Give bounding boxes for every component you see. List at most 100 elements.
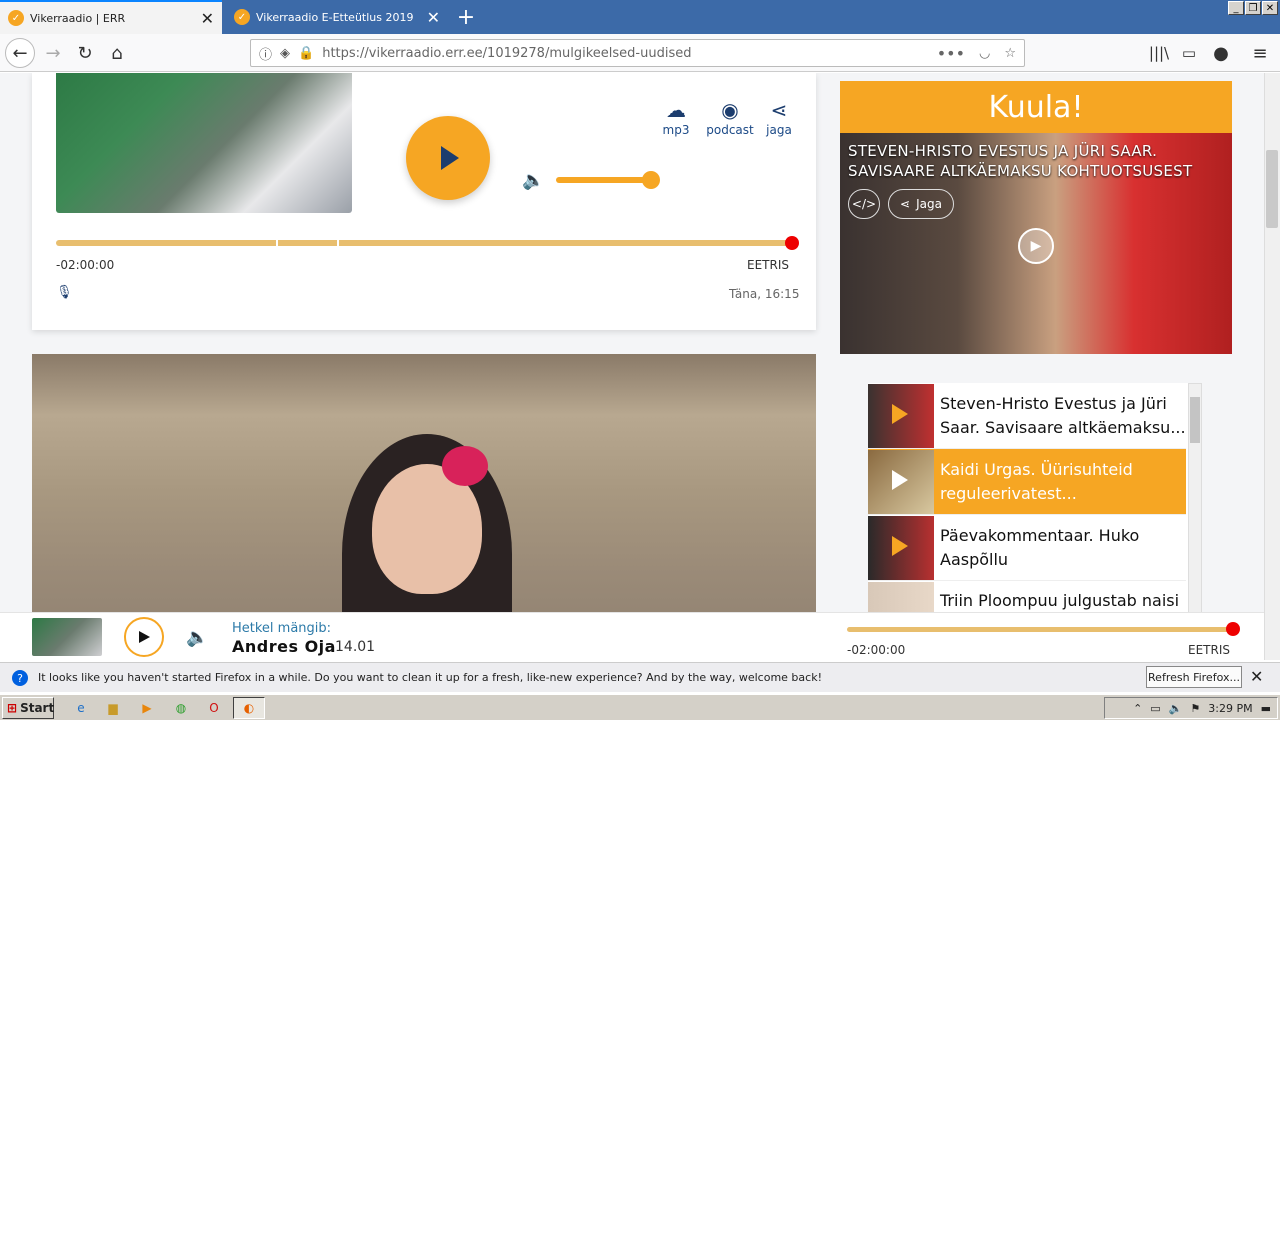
page-actions-icon[interactable]: ••• [937, 44, 965, 63]
close-notification-icon[interactable]: ✕ [1250, 667, 1263, 686]
bookmark-star-icon[interactable]: ☆ [1004, 46, 1016, 61]
share-icon: ⋖ [770, 98, 788, 122]
playback-progress[interactable] [56, 240, 792, 246]
time-remaining: -02:00:00 [56, 258, 115, 272]
ie-icon[interactable]: e [72, 699, 90, 717]
cloud-download-icon: ☁ [666, 98, 686, 122]
tray-expand-icon[interactable]: ⌃ [1133, 702, 1142, 715]
microphone-icon: 🎙 [56, 285, 73, 300]
info-icon[interactable]: ⓘ [259, 44, 272, 63]
featured-title[interactable]: Steven-Hristo Evestus ja Jüri Saar. Savi… [848, 141, 1224, 181]
progress-segment-marker [962, 1239, 964, 1244]
vikerraadio-favicon-icon: ✓ [234, 9, 250, 25]
firefox-task-button[interactable]: ◐ [233, 697, 265, 719]
page-content: ☁ mp3 ◉ podcast ⋖ jaga 🔈 -02:00:00 EETRI… [0, 73, 1264, 660]
menu-icon[interactable]: ≡ [1245, 38, 1275, 68]
playlist-scroll-thumb[interactable] [1190, 397, 1200, 443]
tab-title: Vikerraadio E-Etteütlus 2019 [256, 10, 414, 24]
notification-text: It looks like you haven't started Firefo… [38, 671, 822, 684]
episode-thumbnail [56, 73, 352, 213]
network-icon[interactable]: ▭ [1150, 702, 1160, 715]
volume-knob[interactable] [642, 171, 660, 189]
back-icon[interactable]: ← [5, 38, 35, 68]
sticky-player-bar: 🔈 Hetkel mängib: Andres Oja 14.01 -02:00… [0, 612, 1264, 1244]
audio-player-card: ☁ mp3 ◉ podcast ⋖ jaga 🔈 -02:00:00 EETRI… [32, 73, 816, 330]
show-desktop-icon[interactable]: ▬ [1261, 702, 1271, 715]
close-tab-icon[interactable]: ✕ [427, 8, 440, 27]
firefox-icon: ◐ [243, 701, 255, 715]
url-bar[interactable]: ⓘ ◈ 🔒 https://vikerraadio.err.ee/1019278… [250, 39, 1025, 67]
featured-share-label: Jaga [916, 197, 942, 211]
podcast-link[interactable]: ◉ podcast [702, 97, 758, 137]
library-icon[interactable]: |||\ [1144, 38, 1174, 68]
account-icon[interactable]: ● [1206, 38, 1236, 68]
notification-bar: ? It looks like you haven't started Fire… [0, 662, 1280, 692]
play-icon [441, 146, 459, 170]
close-tab-icon[interactable]: ✕ [201, 9, 214, 28]
clock[interactable]: 3:29 PM [1208, 702, 1252, 715]
playlist-thumbnail [868, 449, 934, 514]
volume-icon[interactable]: 🔈 [522, 170, 544, 191]
page-scroll-thumb[interactable] [1266, 150, 1278, 228]
sticky-player-thumbnail [32, 618, 102, 656]
play-button[interactable] [406, 116, 490, 200]
featured-share-button[interactable]: ⋖ Jaga [888, 189, 954, 219]
forward-icon[interactable]: → [38, 38, 68, 68]
tab-title: Vikerraadio | ERR [30, 11, 126, 25]
volume-slider[interactable] [556, 177, 652, 183]
restore-button[interactable]: ❐ [1245, 1, 1261, 15]
question-icon: ? [12, 670, 28, 686]
playlist-thumbnail [868, 383, 934, 448]
vikerraadio-favicon-icon: ✓ [8, 10, 24, 26]
sticky-play-button[interactable] [124, 617, 164, 657]
playlist-item-title: Päevakommentaar. Huko Aaspõllu [940, 525, 1140, 569]
share-label: jaga [766, 123, 792, 137]
reload-icon[interactable]: ↻ [70, 38, 100, 68]
progress-segment-marker [337, 240, 339, 246]
start-button[interactable]: ⊞ Start [2, 697, 54, 719]
lock-icon: 🔒 [298, 45, 315, 61]
tracking-shield-icon[interactable]: ◈ [280, 46, 290, 61]
opera-icon[interactable]: O [205, 699, 223, 717]
playlist-item-title: Triin Ploompuu julgustab naisi [940, 591, 1180, 610]
tab-vikerraadio[interactable]: ✓ Vikerraadio | ERR ✕ [0, 0, 222, 34]
featured-audio[interactable]: Steven-Hristo Evestus ja Jüri Saar. Savi… [840, 133, 1232, 354]
chrome-icon[interactable]: ◍ [172, 699, 190, 717]
pocket-icon[interactable]: ◡ [979, 46, 990, 61]
sidebar-toggle-icon[interactable]: ▭ [1174, 38, 1204, 68]
podcast-label: podcast [706, 123, 754, 137]
live-position-dot[interactable] [785, 236, 799, 250]
sticky-live-label[interactable]: EETRIS [1188, 643, 1230, 657]
sticky-live-dot[interactable] [1226, 622, 1240, 636]
media-player-icon[interactable]: ▶ [138, 699, 156, 717]
embed-code-icon[interactable]: </> [848, 189, 880, 219]
close-window-button[interactable]: ✕ [1262, 1, 1278, 15]
share-icon: ⋖ [900, 197, 911, 211]
sticky-progress[interactable] [847, 627, 1233, 632]
featured-play-icon[interactable]: ▶ [1018, 228, 1054, 264]
podcast-icon: ◉ [721, 98, 739, 122]
sticky-time-remaining: -02:00:00 [847, 643, 906, 657]
playlist-item[interactable]: Kaidi Urgas. Üürisuhteid reguleerivatest… [868, 449, 1186, 515]
folder-icon[interactable]: ▆ [104, 699, 122, 717]
url-text[interactable]: https://vikerraadio.err.ee/1019278/mulgi… [322, 46, 691, 61]
playlist-item-title: Steven-Hristo Evestus ja Jüri Saar. Savi… [940, 393, 1186, 437]
now-playing-artist: Andres Oja [232, 637, 336, 656]
volume-tray-icon[interactable]: 🔈 [1169, 702, 1183, 715]
refresh-firefox-button[interactable]: Refresh Firefox... [1146, 666, 1242, 688]
home-icon[interactable]: ⌂ [102, 38, 132, 68]
playlist-item[interactable]: Steven-Hristo Evestus ja Jüri Saar. Savi… [868, 383, 1186, 449]
playlist-item[interactable]: Päevakommentaar. Huko Aaspõllu [868, 515, 1186, 581]
live-label[interactable]: EETRIS [747, 258, 789, 272]
mp3-download[interactable]: ☁ mp3 [648, 97, 704, 137]
flag-icon[interactable]: ⚑ [1190, 702, 1200, 715]
minimize-button[interactable]: _ [1228, 1, 1244, 15]
sticky-volume-icon[interactable]: 🔈 [186, 627, 208, 648]
playlist-thumbnail [868, 515, 934, 580]
windows-taskbar: ⊞ Start e ▆ ▶ ◍ O ◐ ⌃ ▭ 🔈 ⚑ 3:29 PM ▬ [0, 694, 1280, 720]
progress-segment-marker [994, 1239, 996, 1244]
share-link[interactable]: ⋖ jaga [751, 97, 807, 137]
new-tab-button[interactable]: + [452, 0, 480, 34]
photo-flower [442, 446, 488, 486]
tab-etteutlus[interactable]: ✓ Vikerraadio E-Etteütlus 2019 ✕ [226, 0, 448, 34]
